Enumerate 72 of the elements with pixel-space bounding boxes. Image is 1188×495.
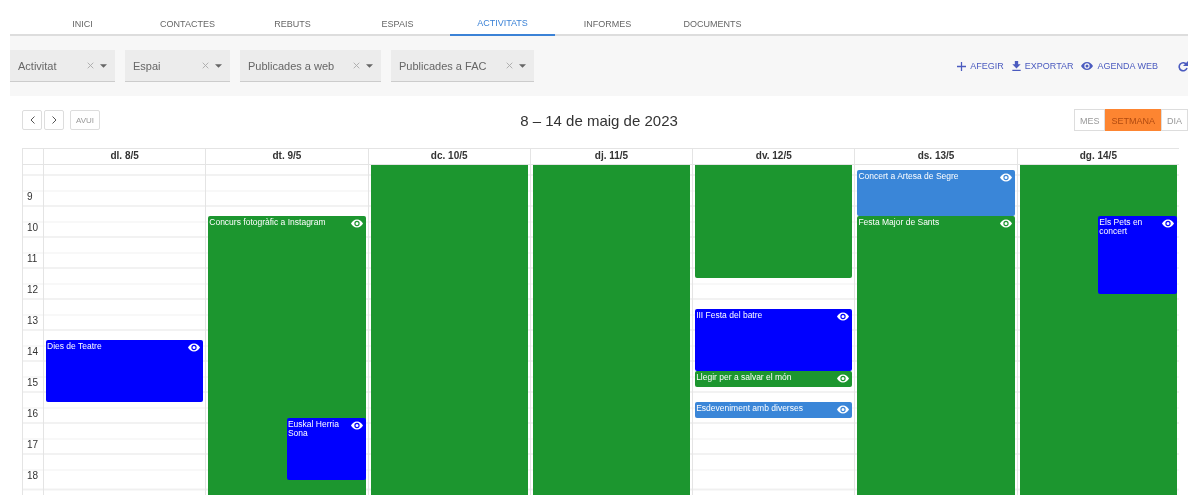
chevron-left-icon: [29, 116, 35, 124]
filter-select[interactable]: Espai: [125, 50, 230, 82]
hour-label: 14: [26, 345, 40, 359]
event-block[interactable]: Concert a Artesa de Segre: [857, 169, 1015, 216]
event-title: III Festa del batre: [696, 311, 764, 320]
event-title: Llegir per a salvar el món: [696, 373, 793, 382]
event-block[interactable]: Concurs fotogràfic a Instagram Euskal Herria Sona: [208, 216, 366, 495]
day-header: dl. 8/5: [43, 149, 206, 164]
event-block[interactable]: [370, 165, 528, 495]
caret-icon[interactable]: [519, 63, 526, 68]
next-button[interactable]: [44, 110, 64, 130]
event-title: Esdeveniment amb diverses: [696, 404, 804, 413]
event-title: Euskal Herria Sona: [287, 419, 340, 438]
event-block[interactable]: Els Pets en concert: [1098, 216, 1177, 294]
nav-tab[interactable]: REBUTS: [240, 0, 345, 36]
caret-icon[interactable]: [366, 63, 373, 68]
hour-label: 15: [26, 376, 40, 390]
filter-select[interactable]: Publicades a web: [240, 50, 381, 82]
nav-tab[interactable]: DOCUMENTS: [660, 0, 765, 36]
event-block[interactable]: Esdeveniment amb diverses: [695, 402, 853, 418]
event-block[interactable]: [532, 165, 691, 495]
event-block[interactable]: [695, 165, 853, 278]
day-header: dt. 9/5: [205, 149, 368, 164]
event-title: Concert a Artesa de Segre: [858, 171, 960, 181]
download-icon: [1011, 61, 1021, 71]
filter-select[interactable]: Activitat: [10, 50, 115, 82]
hour-label: 18: [26, 469, 40, 483]
day-header: dj. 11/5: [529, 149, 693, 164]
web-button[interactable]: AGENDA WEB: [1081, 61, 1158, 71]
hour-label: 12: [26, 283, 40, 297]
event-block[interactable]: Els Pets en concert: [1019, 165, 1177, 495]
day-header: dc. 10/5: [367, 149, 530, 164]
previous-button[interactable]: [22, 110, 42, 130]
event-block[interactable]: Festa Major de Sants: [857, 216, 1015, 495]
filter-select[interactable]: Publicades a FAC: [391, 50, 534, 82]
nav-tab[interactable]: ESPAIS: [345, 0, 450, 36]
plus-icon: [957, 61, 967, 71]
nav-tab[interactable]: INFORMES: [555, 0, 660, 36]
event-block[interactable]: Euskal Herria Sona: [286, 417, 366, 480]
refresh-icon[interactable]: [1178, 60, 1188, 72]
hour-label: 17: [26, 438, 40, 452]
chevron-right-icon: [51, 116, 57, 124]
hour-label: 9: [26, 190, 34, 204]
eye-icon: [1081, 62, 1094, 70]
day-header: dv. 12/5: [692, 149, 855, 164]
event-block[interactable]: Dies de Teatre: [46, 340, 204, 402]
event-block[interactable]: III Festa del batre: [695, 309, 853, 371]
view-button[interactable]: MES: [1073, 109, 1106, 131]
clear-icon[interactable]: [353, 62, 360, 69]
nav-tab[interactable]: CONTACTES: [135, 0, 240, 36]
hour-label: 13: [26, 314, 40, 328]
event-title: Concurs fotogràfic a Instagram: [209, 218, 327, 227]
view-button[interactable]: DIA: [1161, 109, 1188, 131]
hour-label: 16: [26, 407, 40, 421]
nav-tab[interactable]: INICI: [30, 0, 135, 36]
day-header: ds. 13/5: [854, 149, 1017, 164]
clear-icon[interactable]: [506, 62, 513, 69]
day-header: dg. 14/5: [1016, 149, 1179, 164]
hour-label: 11: [26, 252, 39, 266]
hour-label: 10: [26, 221, 40, 235]
today-button[interactable]: AVUI: [70, 110, 101, 130]
caret-icon[interactable]: [100, 63, 107, 68]
caret-icon[interactable]: [215, 63, 222, 68]
clear-icon[interactable]: [87, 62, 94, 69]
export-button[interactable]: EXPORTAR: [1011, 61, 1074, 71]
event-block[interactable]: Llegir per a salvar el món: [695, 371, 853, 387]
date-range-title: 8 – 14 de maig de 2023: [520, 111, 678, 129]
clear-icon[interactable]: [202, 62, 209, 69]
event-title: Festa Major de Sants: [858, 218, 941, 227]
event-title: Dies de Teatre: [47, 342, 103, 351]
add-button[interactable]: AFEGIR: [957, 61, 1004, 71]
event-title: Els Pets en concert: [1099, 218, 1144, 236]
